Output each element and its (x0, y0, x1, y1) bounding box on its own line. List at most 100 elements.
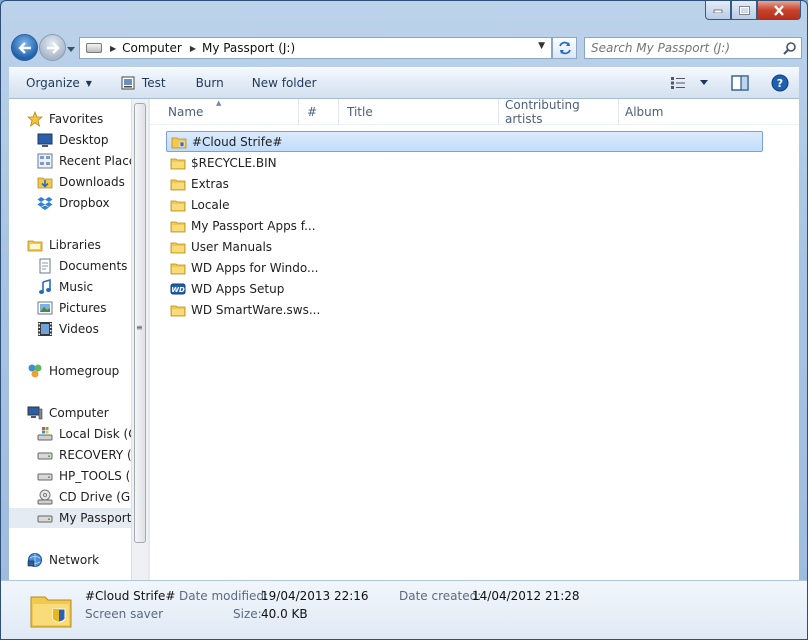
refresh-button[interactable] (552, 37, 577, 59)
column-header-name[interactable]: ▲ Name (150, 99, 299, 125)
burn-label: Burn (195, 76, 224, 90)
chevron-down-icon (700, 80, 708, 85)
details-item-name: #Cloud Strife# (85, 589, 176, 603)
minimize-icon (713, 9, 723, 13)
column-header-title[interactable]: Title (339, 99, 499, 125)
back-button[interactable] (11, 34, 38, 61)
maximize-button[interactable] (731, 1, 757, 20)
breadcrumb-computer[interactable]: Computer (122, 41, 182, 55)
file-row[interactable]: WD WD Apps Setup (166, 278, 763, 299)
nav-label: RECOVERY (D (59, 448, 131, 462)
change-view-button[interactable] (665, 71, 691, 95)
folder-icon (170, 239, 186, 255)
column-header-number[interactable]: # (299, 99, 339, 125)
screensaver-file-icon (171, 134, 187, 150)
svg-text:?: ? (777, 77, 783, 90)
nav-item-hp-tools[interactable]: HP_TOOLS (E (9, 466, 131, 486)
sort-ascending-icon: ▲ (216, 99, 222, 107)
address-bar[interactable]: ▶ Computer ▶ My Passport (J:) ▼ (79, 37, 552, 59)
breadcrumb-my-passport[interactable]: My Passport (J:) (202, 41, 295, 55)
nav-item-videos[interactable]: Videos (9, 319, 131, 339)
navigation-pane: Favorites Desktop Recent Places Download… (9, 99, 131, 580)
column-label: # (307, 105, 318, 119)
help-button[interactable]: ? (767, 71, 793, 95)
svg-text:WD: WD (171, 286, 185, 294)
nav-item-music[interactable]: Music (9, 277, 131, 297)
navigation-scrollbar[interactable]: ≡ (131, 99, 148, 580)
nav-item-homegroup[interactable]: Homegroup (9, 361, 131, 381)
details-created-label: Date created: (399, 589, 482, 603)
nav-label: Homegroup (49, 364, 120, 378)
wd-setup-icon: WD (170, 281, 186, 297)
file-row[interactable]: User Manuals (166, 236, 763, 257)
folder-icon (170, 176, 186, 192)
nav-item-recent-places[interactable]: Recent Places (9, 151, 131, 171)
view-options-dropdown[interactable] (697, 71, 711, 95)
details-modified-value: 19/04/2013 22:16 (261, 589, 369, 603)
close-button[interactable] (757, 1, 801, 20)
nav-item-my-passport[interactable]: My Passport ( (9, 508, 131, 528)
file-row[interactable]: My Passport Apps f... (166, 215, 763, 236)
nav-label: Videos (59, 322, 99, 336)
drive-icon (37, 447, 53, 463)
burn-button[interactable]: Burn (187, 71, 233, 95)
nav-label: Network (49, 553, 100, 567)
nav-item-dropbox[interactable]: Dropbox (9, 193, 131, 213)
nav-item-computer[interactable]: Computer (9, 403, 131, 423)
file-row[interactable]: #Cloud Strife# (166, 131, 763, 152)
nav-item-local-disk[interactable]: Local Disk (C: (9, 424, 131, 444)
nav-label: My Passport ( (59, 511, 131, 525)
breadcrumb-arrow-icon[interactable]: ▶ (110, 44, 116, 53)
nav-item-desktop[interactable]: Desktop (9, 130, 131, 150)
explorer-window: ▶ Computer ▶ My Passport (J:) ▼ Organize… (0, 0, 808, 640)
search-input[interactable] (591, 41, 781, 55)
column-headers: ▲ Name # Title Contributing artists Albu… (150, 98, 799, 126)
file-row[interactable]: WD Apps for Windo... (166, 257, 763, 278)
address-history-dropdown[interactable]: ▼ (538, 41, 545, 51)
file-row[interactable]: $RECYCLE.BIN (166, 152, 763, 173)
column-header-album[interactable]: Album (619, 99, 749, 125)
file-row[interactable]: WD SmartWare.sws... (166, 299, 763, 320)
details-item-type: Screen saver (85, 607, 164, 621)
breadcrumb-arrow-icon[interactable]: ▶ (190, 44, 196, 53)
nav-label: CD Drive (G:) (59, 490, 131, 504)
nav-item-cd-drive[interactable]: CD Drive (G:) (9, 487, 131, 507)
nav-label: Computer (49, 406, 109, 420)
nav-label: HP_TOOLS (E (59, 469, 131, 483)
nav-item-pictures[interactable]: Pictures (9, 298, 131, 318)
view-details-icon (671, 77, 685, 89)
desktop-icon (37, 132, 53, 148)
refresh-icon (558, 41, 571, 55)
folder-icon (170, 197, 186, 213)
folder-icon (170, 302, 186, 318)
search-icon[interactable] (783, 41, 797, 58)
file-row[interactable]: Extras (166, 173, 763, 194)
organize-button[interactable]: Organize ▼ (9, 71, 101, 95)
recent-pages-dropdown[interactable] (67, 42, 75, 56)
details-pane: #Cloud Strife# Screen saver Date modifie… (1, 580, 807, 639)
nav-item-favorites[interactable]: Favorites (9, 109, 131, 129)
nav-item-documents[interactable]: Documents (9, 256, 131, 276)
downloads-folder-icon (37, 174, 53, 190)
test-button[interactable]: Test (111, 71, 175, 95)
star-icon (27, 111, 43, 127)
column-header-contributing-artists[interactable]: Contributing artists (499, 98, 619, 126)
details-modified-label: Date modified: (179, 589, 269, 603)
file-name: #Cloud Strife# (192, 134, 283, 149)
nav-item-downloads[interactable]: Downloads (9, 172, 131, 192)
forward-button[interactable] (39, 34, 66, 61)
caption-buttons (705, 1, 801, 20)
network-icon (27, 552, 43, 568)
file-name: Locale (191, 197, 230, 212)
minimize-button[interactable] (705, 1, 731, 20)
computer-icon (27, 405, 43, 421)
nav-item-recovery[interactable]: RECOVERY (D (9, 445, 131, 465)
preview-pane-button[interactable] (727, 71, 753, 95)
file-row[interactable]: Locale (166, 194, 763, 215)
file-list-pane: ▲ Name # Title Contributing artists Albu… (150, 98, 799, 580)
test-label: Test (141, 76, 166, 90)
search-box (584, 37, 802, 59)
nav-item-network[interactable]: Network (9, 550, 131, 570)
new-folder-button[interactable]: New folder (243, 71, 326, 95)
nav-item-libraries[interactable]: Libraries (9, 235, 131, 255)
